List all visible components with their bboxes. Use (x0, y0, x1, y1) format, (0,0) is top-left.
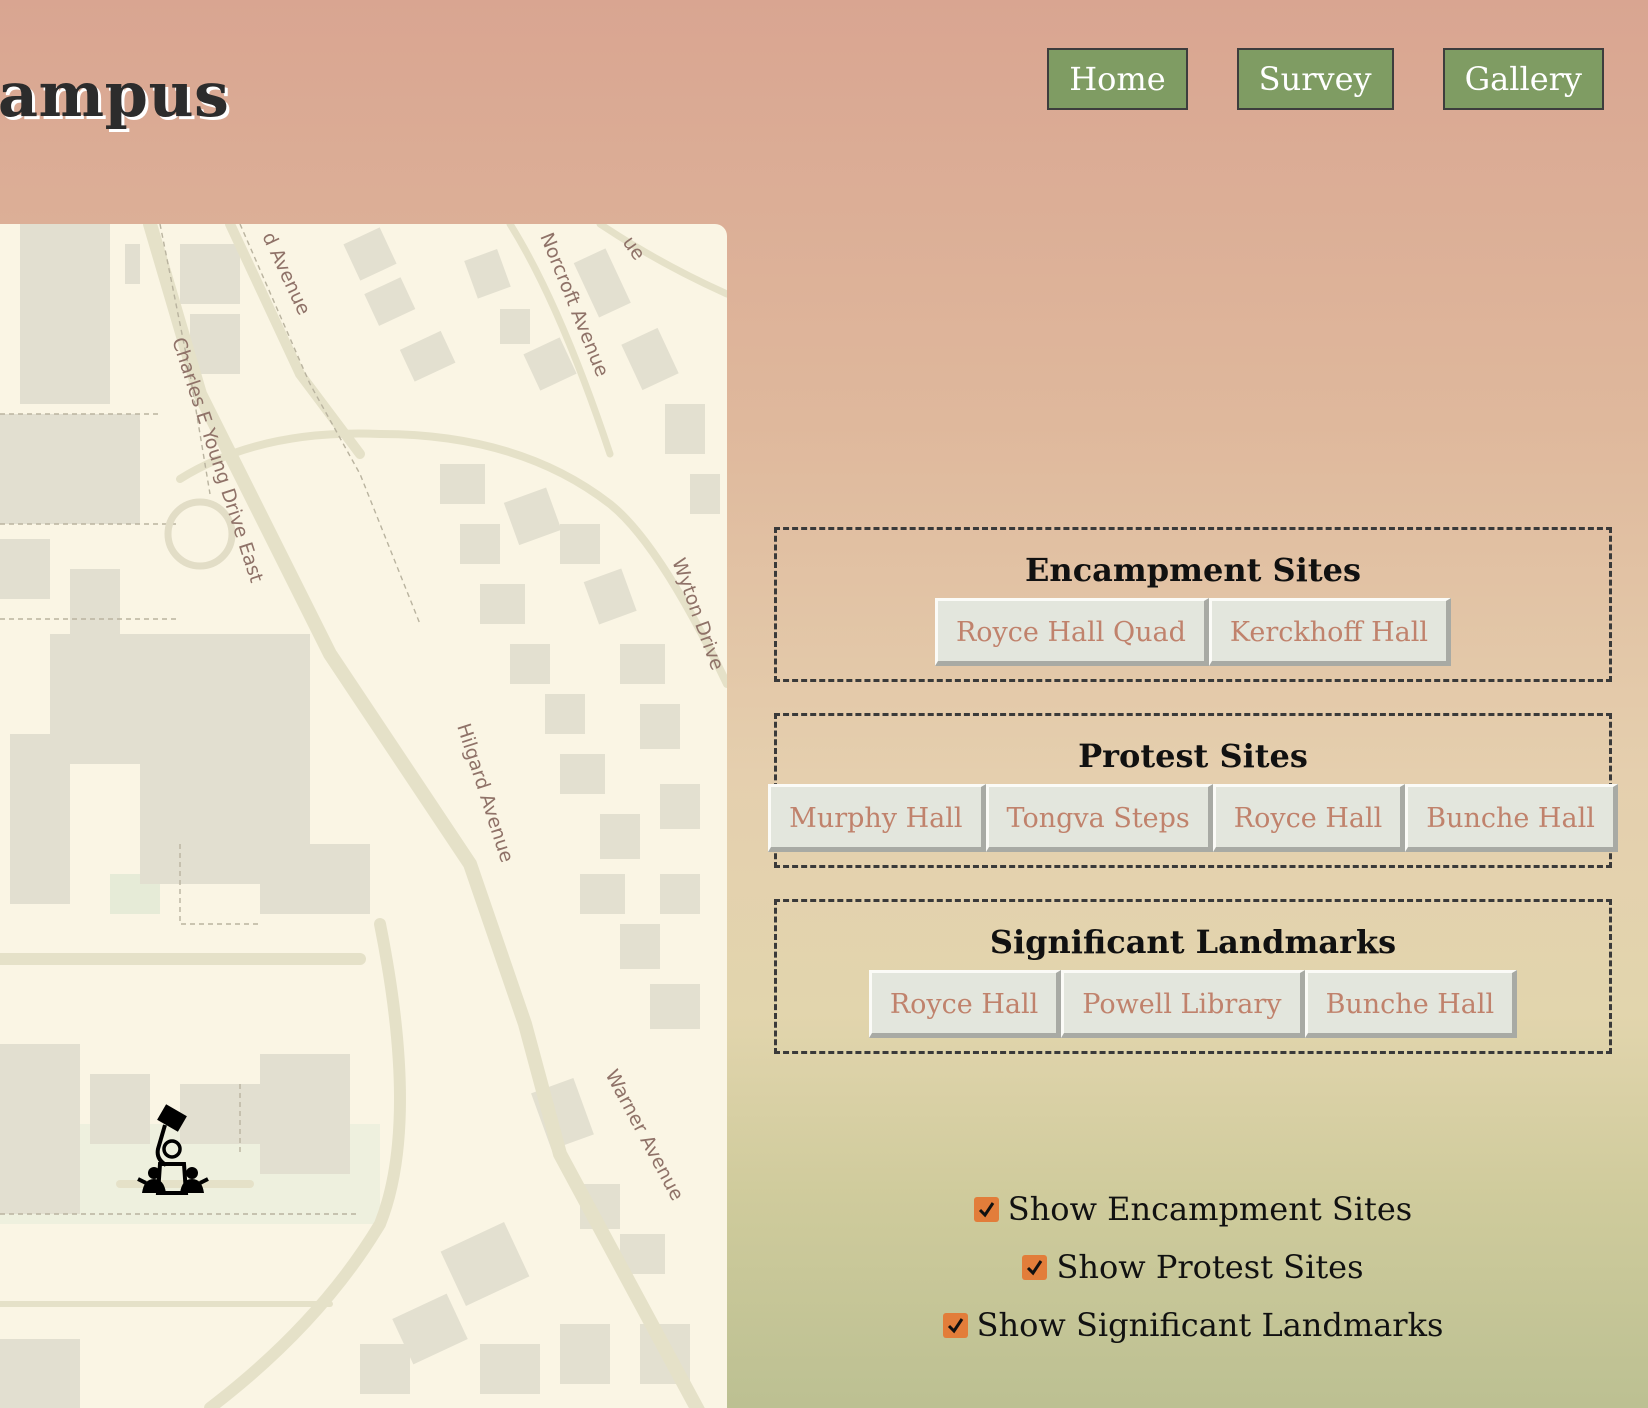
protest-sites-list: Murphy Hall Tongva Steps Royce Hall Bunc… (768, 784, 1618, 852)
street-label-wyton: Wyton Drive (667, 555, 727, 673)
checkmark-icon (947, 1317, 963, 1333)
landmark-button[interactable]: Royce Hall (868, 970, 1062, 1038)
protest-site-button[interactable]: Murphy Hall (768, 784, 986, 852)
map-roundabout (164, 498, 236, 570)
street-label-warner: Warner Avenue (601, 1066, 688, 1204)
toggle-landmarks-label: Show Significant Landmarks (976, 1306, 1444, 1344)
map-residential-buildings (343, 227, 720, 1394)
protest-site-button[interactable]: Royce Hall (1212, 784, 1406, 852)
checkmark-icon (978, 1201, 995, 1217)
protest-site-button[interactable]: Tongva Steps (985, 784, 1213, 852)
significant-landmarks-list: Royce Hall Powell Library Bunche Hall (777, 970, 1609, 1038)
landmark-button[interactable]: Bunche Hall (1304, 970, 1518, 1038)
significant-landmarks-title: Significant Landmarks (989, 923, 1397, 961)
protest-site-button[interactable]: Bunche Hall (1405, 784, 1618, 852)
campus-map[interactable]: d Avenue Norcroft Avenue ue Charles E Yo… (0, 224, 727, 1408)
landmarks-checkbox[interactable] (942, 1312, 968, 1338)
nav-home-button[interactable]: Home (1047, 48, 1188, 110)
encampment-site-button[interactable]: Kerckhoff Hall (1208, 598, 1452, 666)
toggle-protest-sites[interactable]: Show Protest Sites (774, 1238, 1612, 1296)
encampment-sites-title: Encampment Sites (1025, 551, 1361, 589)
toggle-significant-landmarks[interactable]: Show Significant Landmarks (774, 1296, 1612, 1354)
encampment-sites-list: Royce Hall Quad Kerckhoff Hall (777, 598, 1609, 666)
map-canvas: d Avenue Norcroft Avenue ue Charles E Yo… (0, 224, 727, 1408)
significant-landmarks-panel: Significant Landmarks Royce Hall Powell … (774, 899, 1612, 1054)
nav-gallery-button[interactable]: Gallery (1442, 48, 1604, 110)
toggle-encampment-sites[interactable]: Show Encampment Sites (774, 1180, 1612, 1238)
encampment-sites-panel: Encampment Sites Royce Hall Quad Kerckho… (774, 527, 1612, 682)
top-nav: Home Survey Gallery (1047, 48, 1604, 110)
protest-sites-title: Protest Sites (1078, 737, 1308, 775)
protest-checkbox[interactable] (1022, 1254, 1048, 1280)
protest-sites-panel: Protest Sites Murphy Hall Tongva Steps R… (768, 713, 1618, 868)
checkmark-icon (1027, 1259, 1043, 1275)
landmark-button[interactable]: Powell Library (1061, 970, 1305, 1038)
encampment-site-button[interactable]: Royce Hall Quad (934, 598, 1209, 666)
page-title: Campus (0, 58, 230, 131)
encampment-checkbox[interactable] (973, 1196, 999, 1222)
nav-survey-button[interactable]: Survey (1236, 48, 1394, 110)
toggle-protest-label: Show Protest Sites (1056, 1248, 1364, 1286)
layer-toggles: Show Encampment Sites Show Protest Sites… (774, 1180, 1612, 1354)
toggle-encampment-label: Show Encampment Sites (1007, 1190, 1413, 1228)
